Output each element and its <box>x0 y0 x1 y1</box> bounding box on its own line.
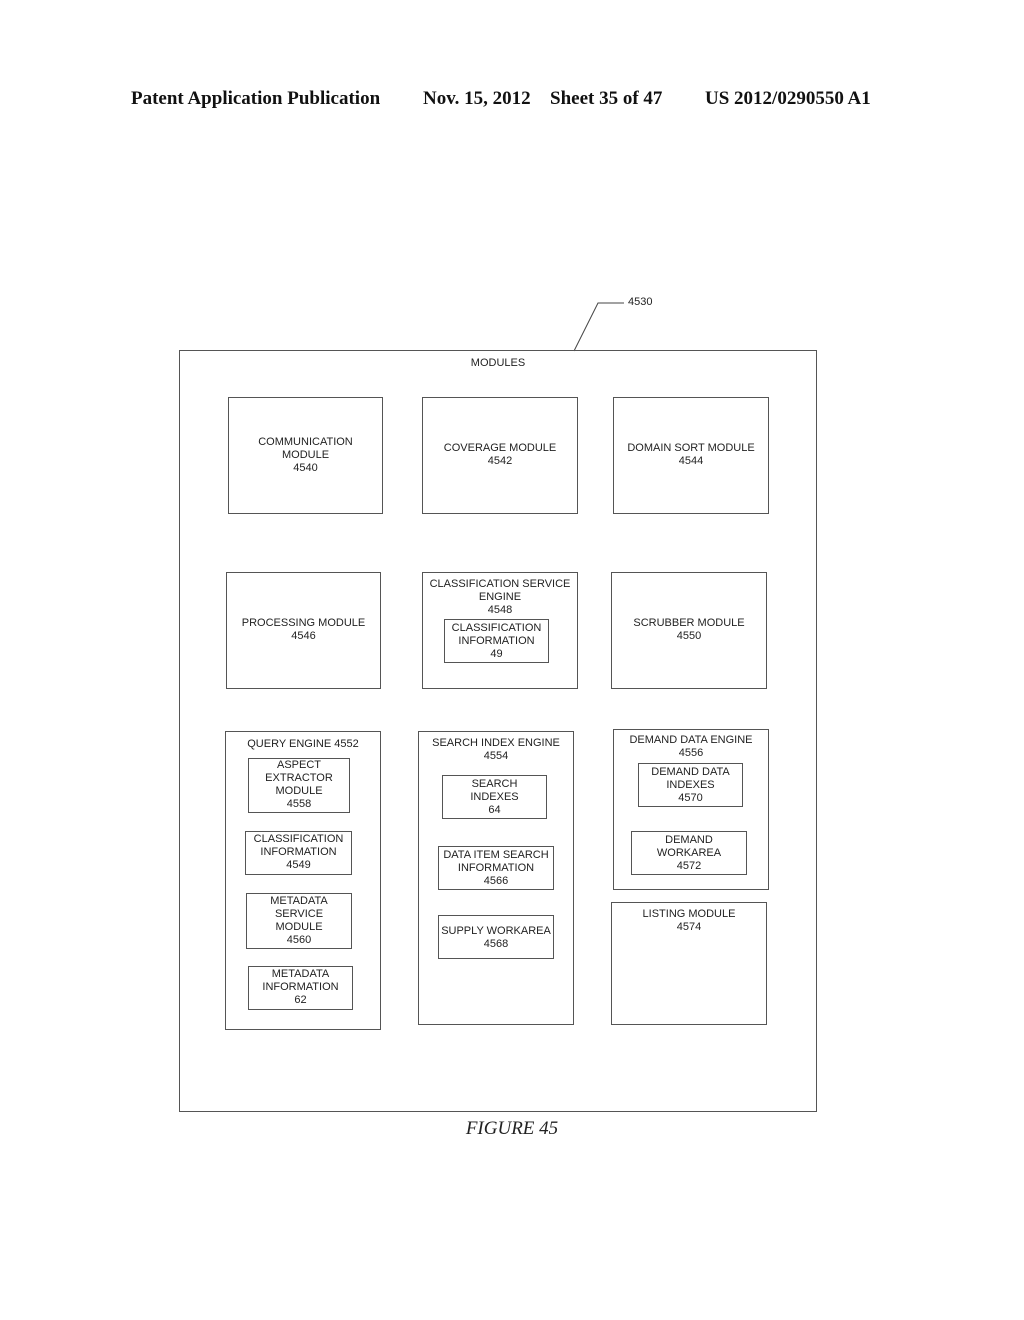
coverage-module: COVERAGE MODULE 4542 <box>422 397 578 514</box>
modules-label: MODULES <box>470 357 526 369</box>
data-item-search-information: DATA ITEM SEARCH INFORMATION 4566 <box>438 846 554 890</box>
domain-sort-module: DOMAIN SORT MODULE 4544 <box>613 397 769 514</box>
metadata-service-module: METADATA SERVICE MODULE 4560 <box>246 893 352 949</box>
classification-information-49: CLASSIFICATION INFORMATION 49 <box>444 619 549 663</box>
processing-module: PROCESSING MODULE 4546 <box>226 572 381 689</box>
demand-workarea: DEMAND WORKAREA 4572 <box>631 831 747 875</box>
metadata-information: METADATA INFORMATION 62 <box>248 966 353 1010</box>
demand-data-indexes: DEMAND DATA INDEXES 4570 <box>638 763 743 807</box>
scrubber-module: SCRUBBER MODULE 4550 <box>611 572 767 689</box>
communication-module: COMMUNICATION MODULE 4540 <box>228 397 383 514</box>
figure-caption: FIGURE 45 <box>465 1118 559 1139</box>
aspect-extractor-module: ASPECT EXTRACTOR MODULE 4558 <box>248 758 350 813</box>
listing-module: LISTING MODULE 4574 <box>611 902 767 1025</box>
search-indexes: SEARCH INDEXES 64 <box>442 775 547 819</box>
reference-number: 4530 <box>628 296 653 308</box>
classification-information-4549: CLASSIFICATION INFORMATION 4549 <box>245 831 352 875</box>
supply-workarea: SUPPLY WORKAREA 4568 <box>438 915 554 959</box>
